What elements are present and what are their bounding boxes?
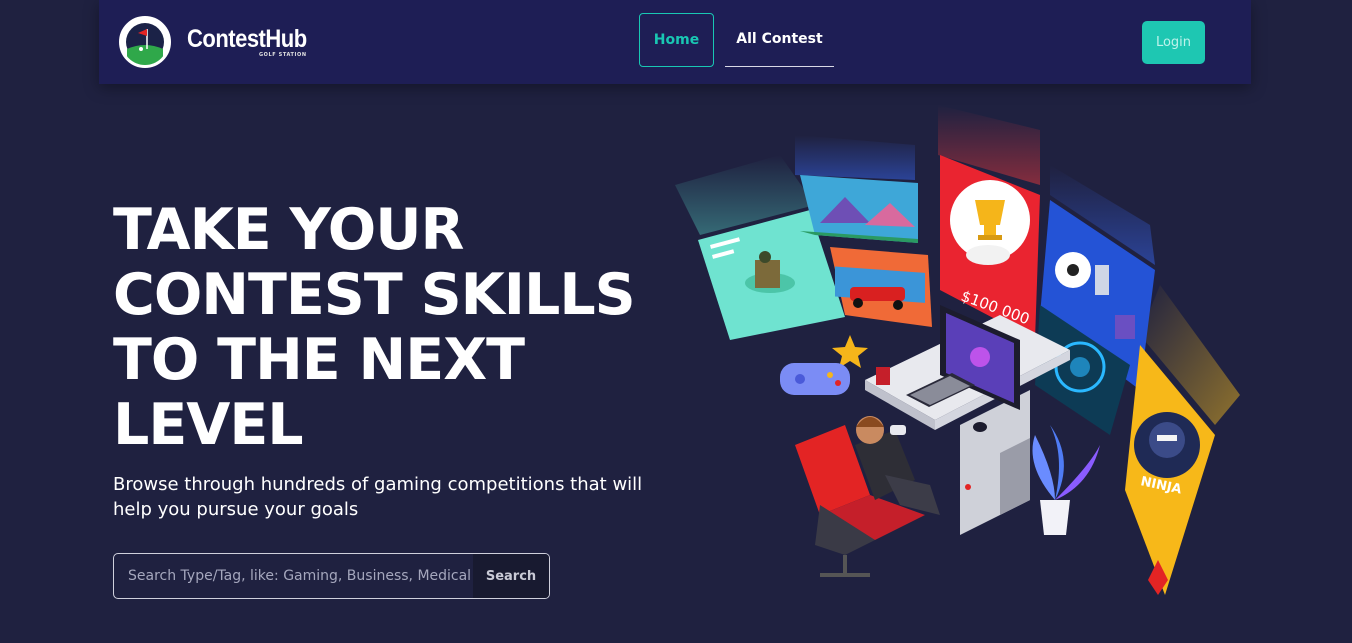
gamer-in-chair — [795, 416, 940, 577]
mouse — [973, 422, 987, 432]
gamepad-icon — [780, 363, 850, 395]
search-button[interactable]: Search — [473, 554, 549, 598]
brand-name: ContestHub — [187, 23, 307, 53]
card-adventure-game — [800, 175, 918, 243]
nav-link-all-contest[interactable]: All Contest — [725, 13, 834, 67]
search-input[interactable] — [114, 554, 473, 598]
brand-logo[interactable]: ContestHub GOLF STATION — [119, 16, 307, 68]
trophy-icon — [975, 200, 1005, 225]
hero-illustration: $100 000 NINJA — [675, 105, 1240, 595]
potted-plant — [1032, 425, 1100, 535]
nav-links: Home All Contest — [639, 13, 834, 67]
navbar: ContestHub GOLF STATION Home All Contest… — [99, 0, 1251, 84]
search-bar: Search — [113, 553, 550, 599]
hero-subtitle: Browse through hundreds of gaming compet… — [113, 474, 643, 520]
star-icon — [832, 335, 868, 368]
nav-link-home[interactable]: Home — [639, 13, 714, 67]
mug — [876, 367, 890, 385]
hero-title: TAKE YOUR CONTEST SKILLS TO THE NEXT LEV… — [113, 197, 636, 458]
glow-trail-blue — [795, 135, 915, 180]
golf-flag-logo-icon — [119, 16, 171, 68]
card-racing-game — [830, 247, 932, 327]
login-button[interactable]: Login — [1142, 21, 1205, 64]
